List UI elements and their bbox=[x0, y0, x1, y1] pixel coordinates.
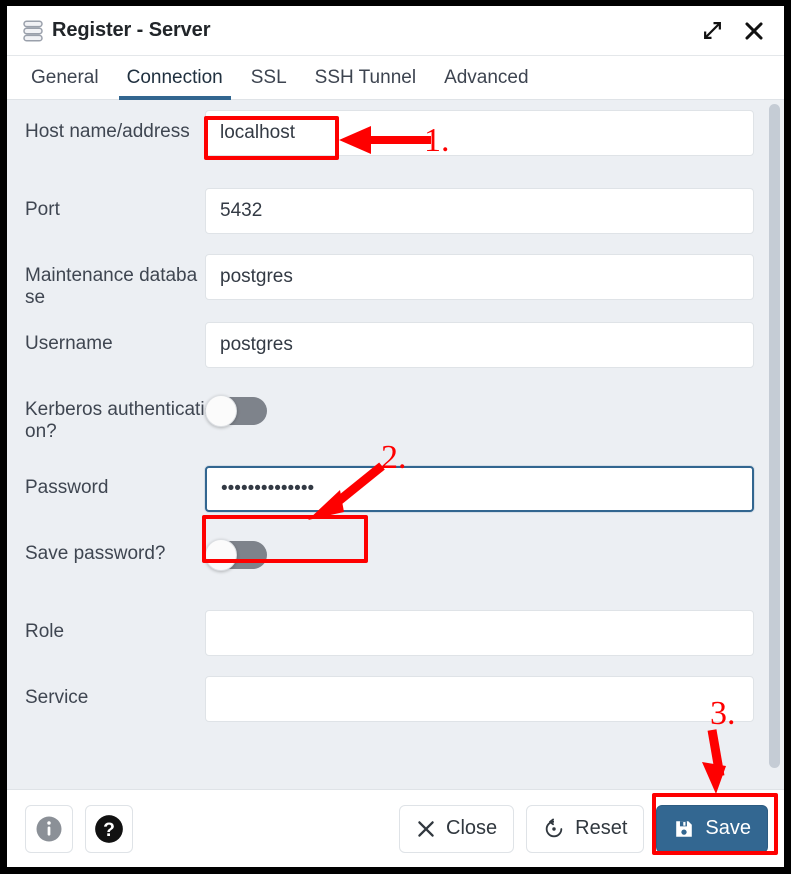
form-scroll-area: Host name/address Port Maintenance datab… bbox=[7, 100, 784, 789]
kerberos-authentication-toggle[interactable] bbox=[205, 394, 267, 427]
form-row-service: Service bbox=[25, 675, 754, 730]
port-input[interactable] bbox=[205, 188, 754, 234]
maximize-button[interactable] bbox=[700, 19, 724, 43]
close-x-icon bbox=[745, 21, 763, 40]
username-input[interactable] bbox=[205, 321, 754, 368]
form-row-password: Password bbox=[25, 465, 754, 520]
tab-general[interactable]: General bbox=[17, 56, 113, 99]
question-circle-icon: ? bbox=[95, 814, 123, 843]
screenshot-frame: Register - Server General Connection SSL… bbox=[0, 0, 791, 874]
scrollbar-thumb[interactable] bbox=[769, 104, 780, 768]
titlebar-controls bbox=[700, 19, 770, 43]
save-password-toggle[interactable] bbox=[205, 538, 267, 571]
dialog-titlebar: Register - Server bbox=[7, 6, 784, 56]
form-row-host: Host name/address bbox=[25, 110, 754, 176]
form-row-maintenance-database: Maintenance database bbox=[25, 254, 754, 310]
connection-form: Host name/address Port Maintenance datab… bbox=[7, 100, 784, 789]
tab-advanced[interactable]: Advanced bbox=[430, 56, 543, 99]
dialog-footer: ? Close Reset Save bbox=[7, 789, 784, 867]
save-password-control bbox=[205, 532, 754, 571]
username-label: Username bbox=[25, 332, 113, 354]
host-name-control bbox=[205, 110, 754, 156]
host-name-label: Host name/address bbox=[25, 121, 190, 142]
titlebar-left: Register - Server bbox=[23, 19, 700, 42]
expand-diagonal-icon bbox=[703, 22, 721, 39]
toggle-knob-icon bbox=[205, 538, 237, 571]
close-button[interactable] bbox=[742, 19, 766, 43]
floppy-disk-save-icon bbox=[676, 820, 693, 837]
form-row-save-password: Save password? bbox=[25, 532, 754, 598]
maintenance-database-input[interactable] bbox=[205, 254, 754, 300]
port-label: Port bbox=[25, 199, 60, 220]
kerberos-authentication-control bbox=[205, 388, 754, 427]
save-password-label: Save password? bbox=[25, 542, 166, 564]
close-dialog-label: Close bbox=[446, 817, 498, 839]
reset-button[interactable]: Reset bbox=[526, 804, 645, 853]
username-control bbox=[205, 321, 754, 368]
service-label: Service bbox=[25, 686, 89, 708]
svg-text:?: ? bbox=[103, 819, 115, 840]
password-label: Password bbox=[25, 476, 109, 498]
dialog-tabbar: General Connection SSL SSH Tunnel Advanc… bbox=[7, 56, 784, 100]
save-button-wrapper: Save bbox=[656, 804, 768, 853]
info-circle-icon bbox=[36, 816, 62, 841]
form-row-kerberos: Kerberos authentication? bbox=[25, 388, 754, 454]
toggle-knob-icon bbox=[205, 394, 237, 427]
role-control bbox=[205, 609, 754, 656]
role-input[interactable] bbox=[205, 609, 754, 656]
tab-ssh-tunnel[interactable]: SSH Tunnel bbox=[301, 56, 430, 99]
service-control bbox=[205, 675, 754, 722]
reset-label: Reset bbox=[575, 817, 628, 839]
close-x-icon bbox=[418, 820, 434, 837]
help-button[interactable]: ? bbox=[85, 804, 133, 853]
maintenance-database-label: Maintenance database bbox=[25, 265, 198, 309]
host-name-input[interactable] bbox=[205, 110, 754, 156]
tab-connection[interactable]: Connection bbox=[113, 56, 237, 100]
reset-circular-arrow-icon bbox=[545, 818, 563, 837]
form-row-role: Role bbox=[25, 609, 754, 664]
kerberos-authentication-label: Kerberos authentication? bbox=[25, 398, 205, 443]
form-row-username: Username bbox=[25, 321, 754, 376]
register-server-dialog: Register - Server General Connection SSL… bbox=[7, 6, 784, 867]
server-stack-icon bbox=[23, 19, 43, 42]
close-dialog-button[interactable]: Close bbox=[399, 804, 515, 853]
service-input[interactable] bbox=[205, 675, 754, 722]
dialog-title: Register - Server bbox=[52, 19, 211, 41]
password-control bbox=[205, 465, 754, 512]
save-label: Save bbox=[705, 817, 751, 839]
tab-ssl[interactable]: SSL bbox=[237, 56, 301, 99]
save-button[interactable]: Save bbox=[656, 804, 768, 853]
password-input[interactable] bbox=[205, 465, 754, 512]
port-control bbox=[205, 188, 754, 234]
info-button[interactable] bbox=[25, 804, 73, 853]
form-scrollbar[interactable] bbox=[766, 100, 782, 789]
role-label: Role bbox=[25, 620, 65, 642]
maintenance-database-control bbox=[205, 254, 754, 300]
form-row-port: Port bbox=[25, 188, 754, 242]
